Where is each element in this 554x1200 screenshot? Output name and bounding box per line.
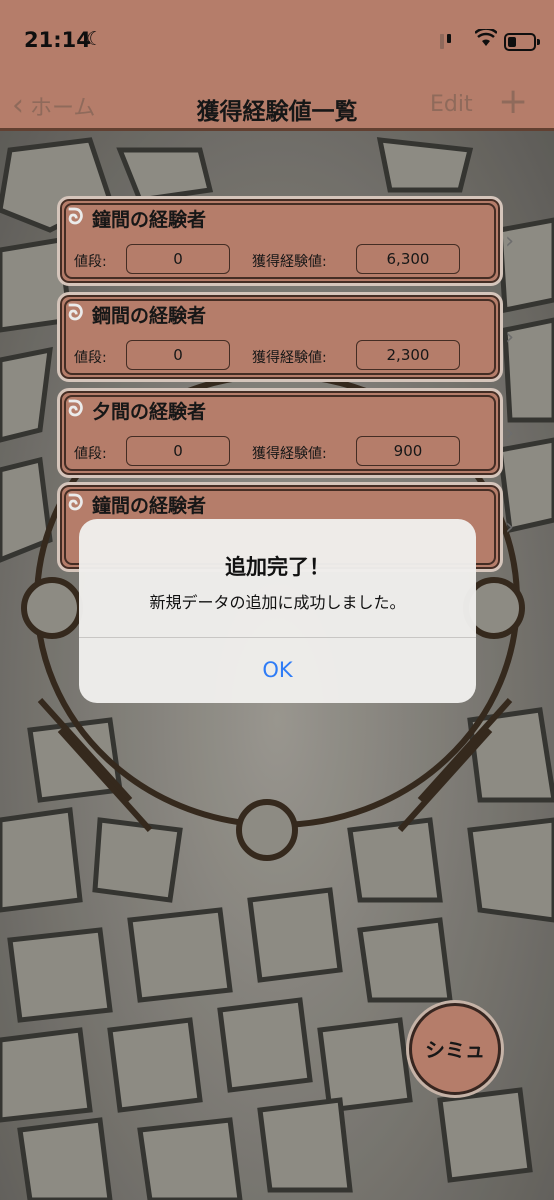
- ok-button[interactable]: OK: [79, 637, 476, 703]
- alert-message: 新規データの追加に成功しました。: [149, 593, 406, 612]
- alert-dialog: 追加完了！ 新規データの追加に成功しました。 OK: [79, 519, 476, 703]
- alert-title: 追加完了！: [225, 555, 330, 579]
